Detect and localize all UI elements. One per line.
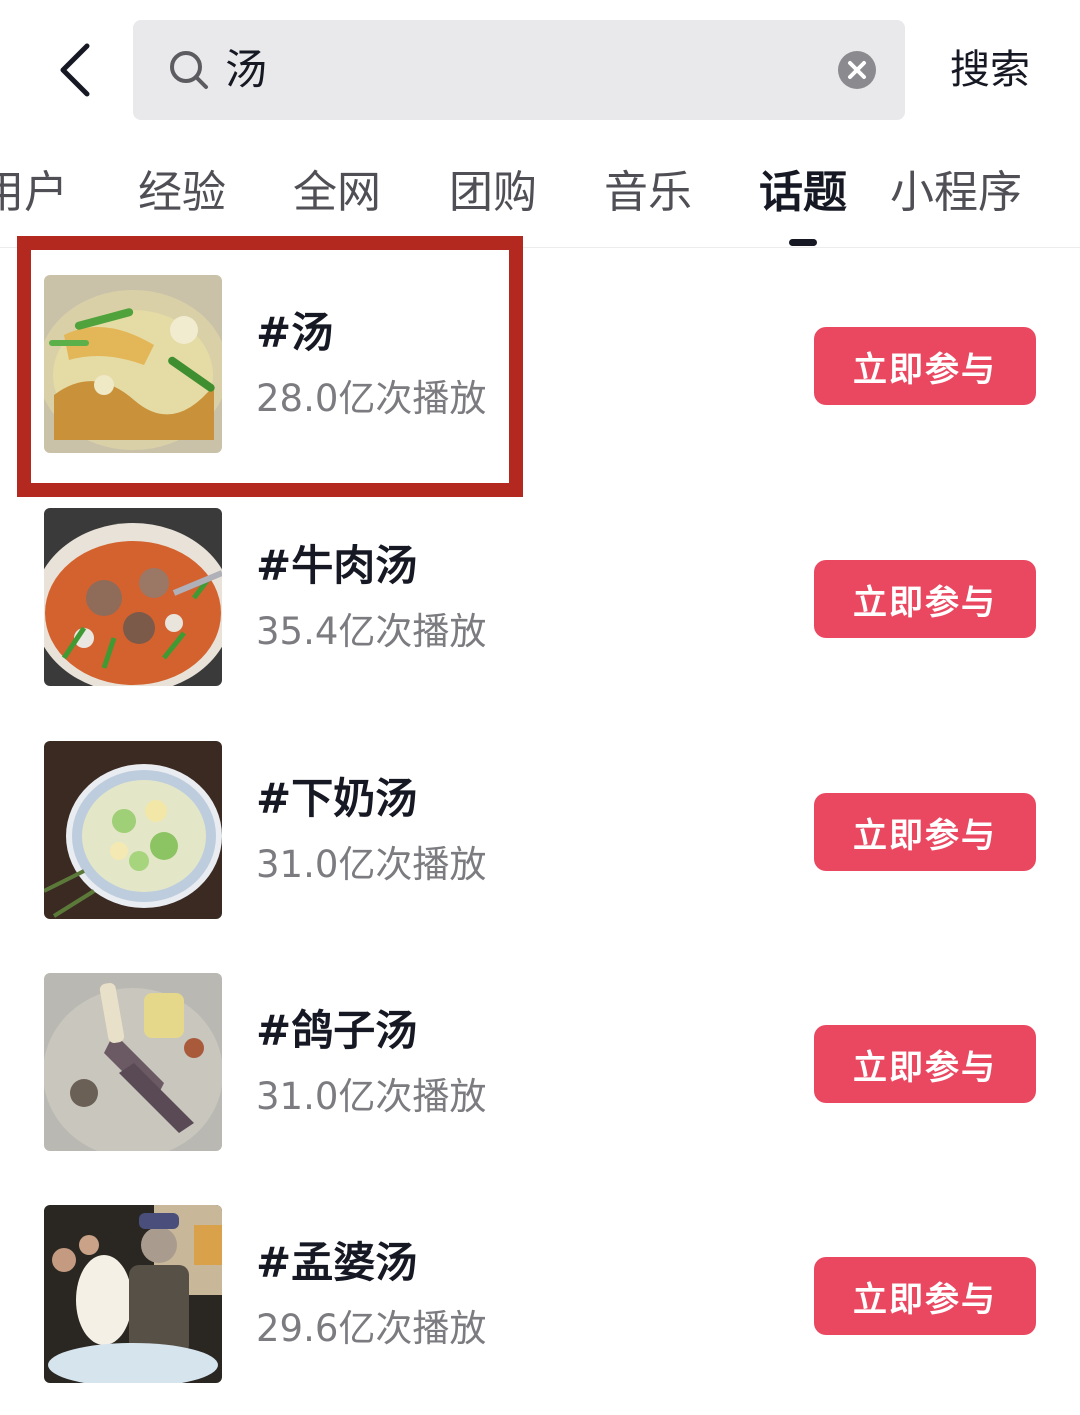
topic-row[interactable]: #下奶汤 31.0亿次播放 立即参与 [0,741,1080,941]
topic-row[interactable]: #孟婆汤 29.6亿次播放 立即参与 [0,1205,1080,1405]
back-arrow-icon [60,43,90,97]
topic-thumbnail-pigeon-soup [44,973,222,1151]
topic-title: #鸽子汤 [256,1006,418,1055]
topic-play-count: 31.0亿次播放 [256,1075,487,1118]
tab-group-buy[interactable]: 团购 [449,165,537,221]
topic-play-count: 31.0亿次播放 [256,843,487,886]
tab-users[interactable]: 用户 [0,165,68,221]
topic-title: #孟婆汤 [256,1238,418,1287]
topic-play-count: 35.4亿次播放 [256,610,487,653]
search-button[interactable]: 搜索 [950,42,1030,98]
topic-thumbnail-lactation-soup [44,741,222,919]
tab-mini-programs[interactable]: 小程序 [890,165,1022,221]
join-topic-button[interactable]: 立即参与 [814,793,1036,871]
highlight-annotation-box [17,236,523,497]
topic-search-page: 汤 搜索 用户 经验 全网 团购 音乐 话题 小程序 [0,0,1080,1415]
join-topic-button[interactable]: 立即参与 [814,1257,1036,1335]
join-topic-button[interactable]: 立即参与 [814,1025,1036,1103]
topic-play-count: 29.6亿次播放 [256,1307,487,1350]
join-topic-button[interactable]: 立即参与 [814,327,1036,405]
topic-title: #牛肉汤 [256,541,418,590]
active-tab-indicator [789,239,817,246]
tab-whole-web[interactable]: 全网 [293,165,381,221]
tab-topics[interactable]: 话题 [759,165,847,221]
search-query-text: 汤 [225,45,268,94]
topic-row[interactable]: #牛肉汤 35.4亿次播放 立即参与 [0,508,1080,708]
topic-title: #下奶汤 [256,774,418,823]
tab-music[interactable]: 音乐 [604,165,692,221]
search-input[interactable]: 汤 [133,20,905,120]
back-button[interactable] [40,30,110,110]
category-tabs: 用户 经验 全网 团购 音乐 话题 小程序 [0,140,1080,248]
topic-thumbnail-mengpo-soup [44,1205,222,1383]
topic-row[interactable]: #鸽子汤 31.0亿次播放 立即参与 [0,973,1080,1173]
topic-thumbnail-beef-soup [44,508,222,686]
clear-icon[interactable] [837,50,877,90]
join-topic-button[interactable]: 立即参与 [814,560,1036,638]
search-icon [170,51,208,89]
tab-experience[interactable]: 经验 [138,165,226,221]
